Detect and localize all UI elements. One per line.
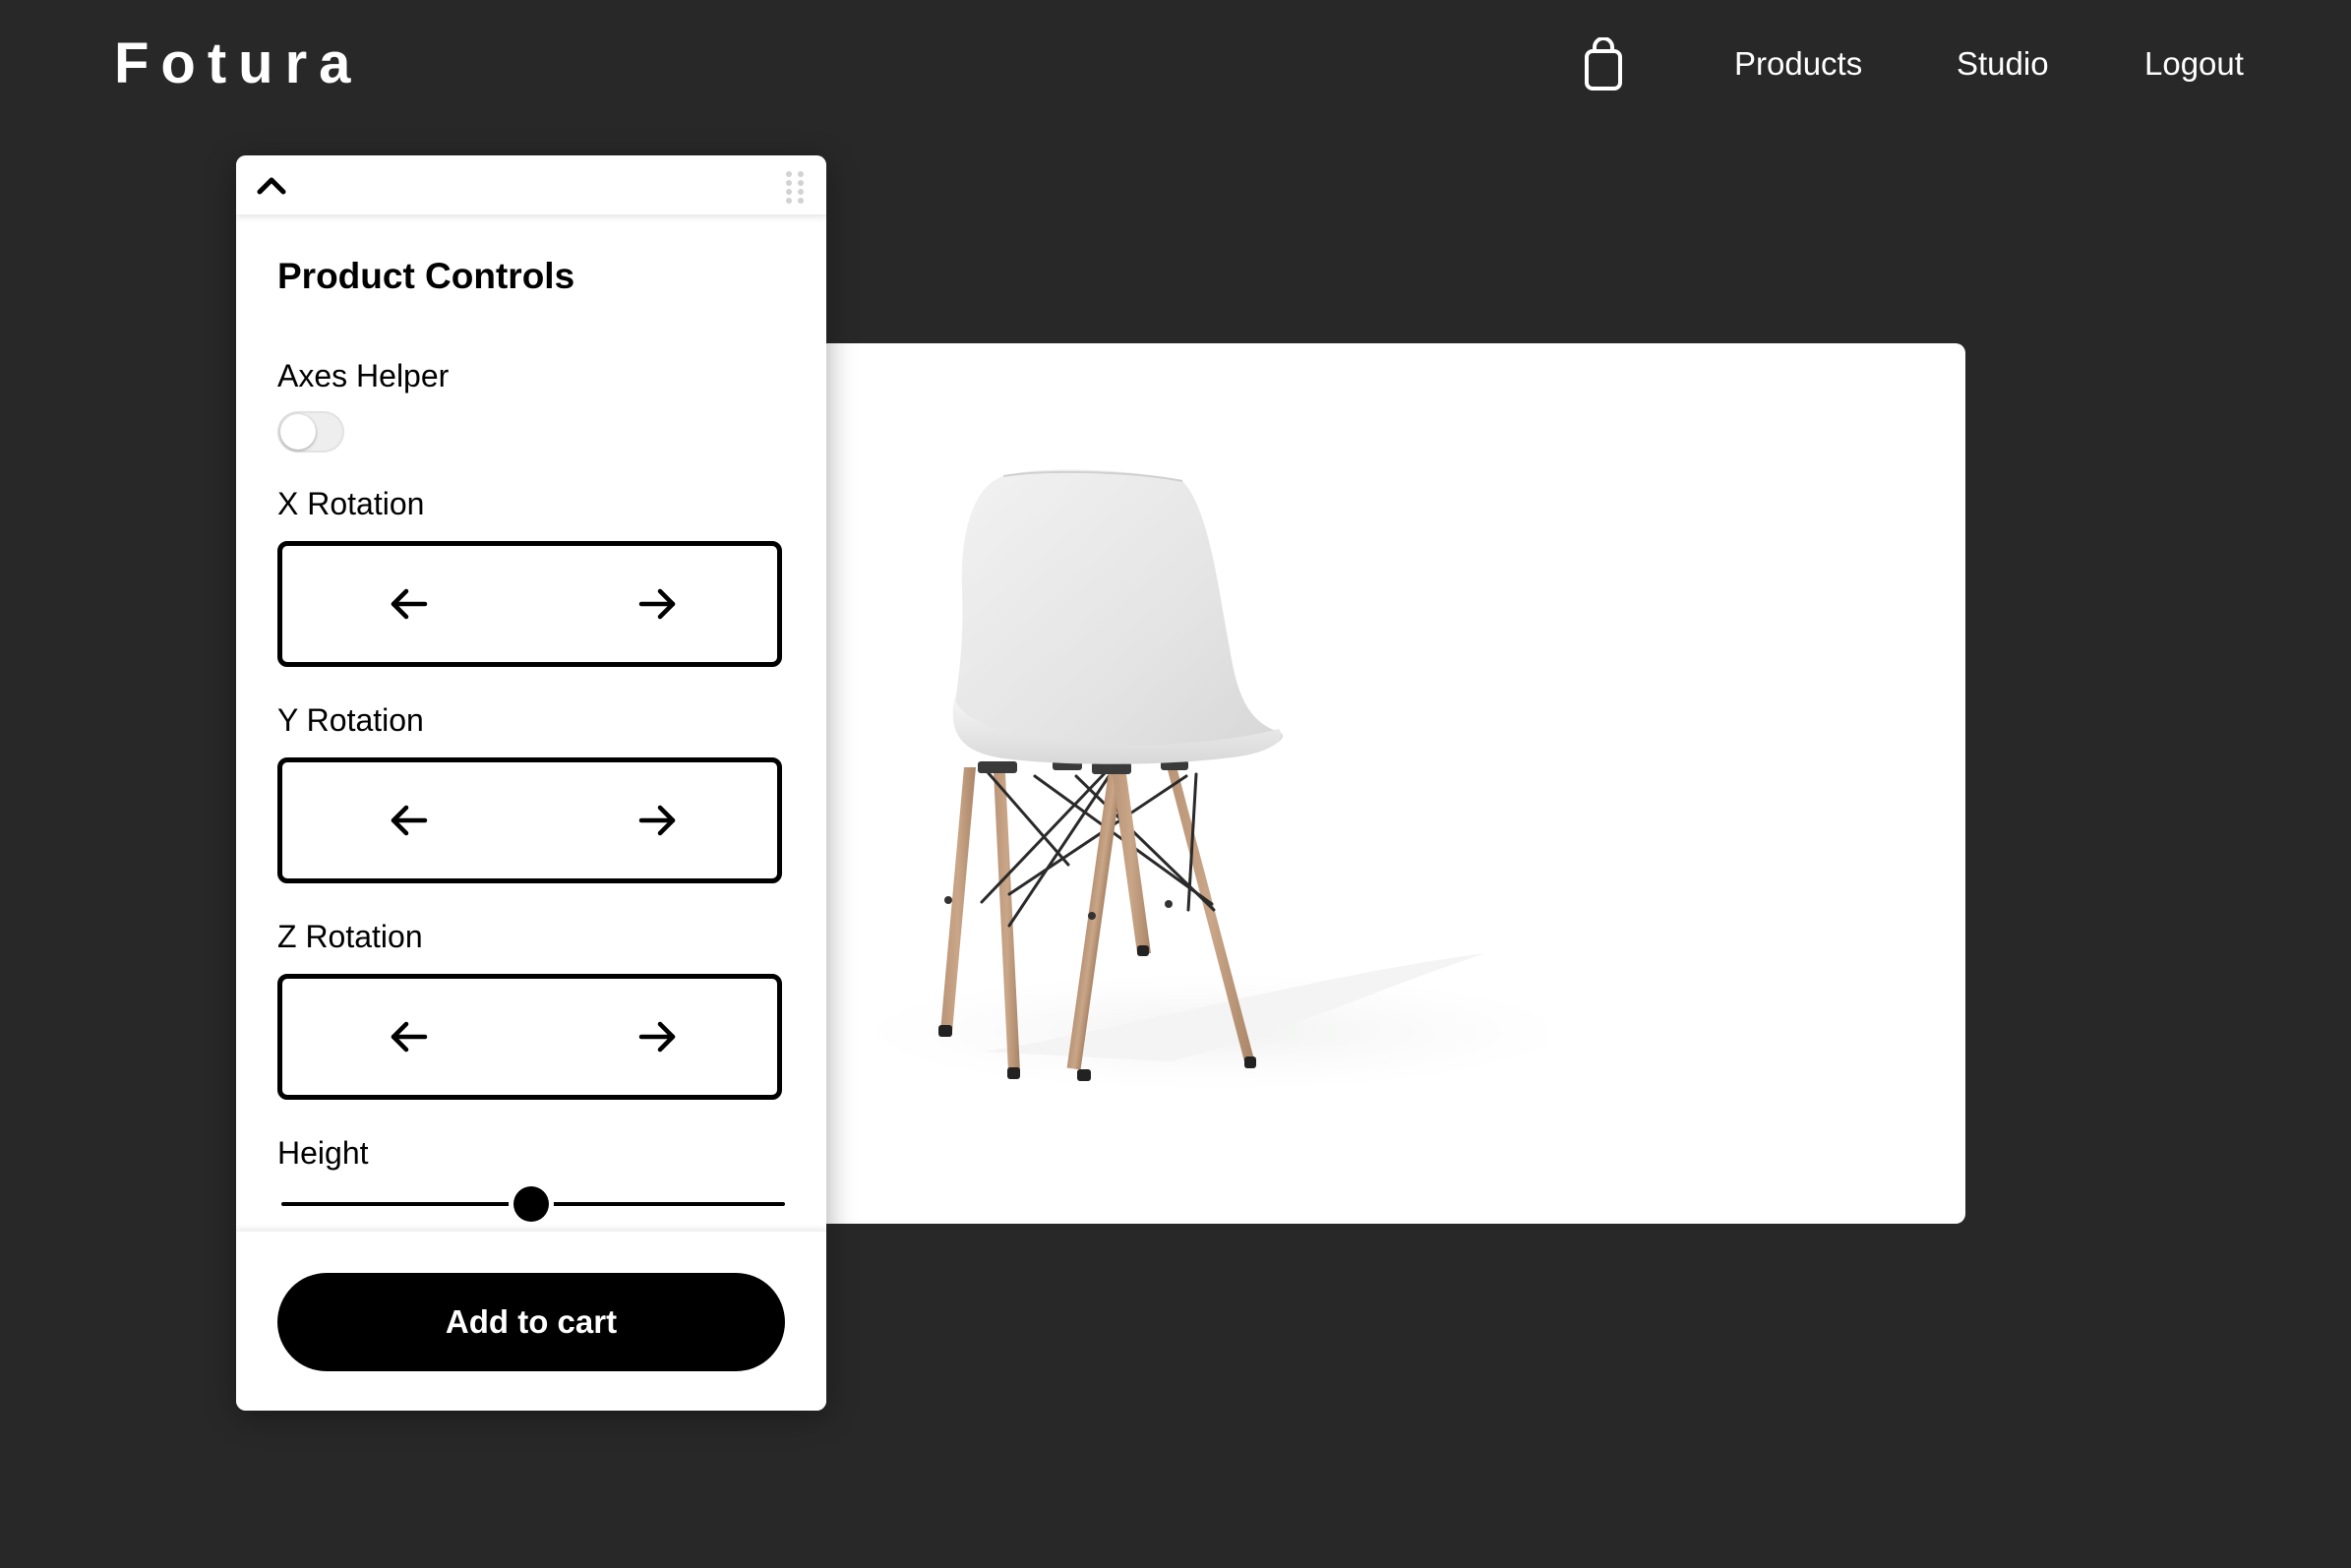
- arrow-right-icon: [638, 588, 676, 620]
- nav-logout[interactable]: Logout: [2144, 41, 2244, 87]
- x-rotate-left-button[interactable]: [375, 570, 444, 638]
- panel-footer: Add to cart: [236, 1232, 826, 1411]
- arrow-left-icon: [391, 1021, 428, 1053]
- axes-helper-label: Axes Helper: [277, 358, 450, 393]
- add-to-cart-button[interactable]: Add to cart: [277, 1273, 785, 1371]
- x-rotation-control: [277, 541, 782, 667]
- product-controls-panel: Product Controls Axes Helper X Rotation …: [236, 155, 826, 1411]
- arrow-left-icon: [391, 588, 428, 620]
- y-rotate-left-button[interactable]: [375, 786, 444, 855]
- arrow-left-icon: [391, 805, 428, 836]
- chair-model[interactable]: [816, 343, 1965, 1224]
- axes-helper-toggle[interactable]: [277, 411, 344, 452]
- y-rotation-control: [277, 757, 782, 883]
- slider-thumb[interactable]: [513, 1186, 549, 1222]
- arrow-right-icon: [638, 805, 676, 836]
- toggle-knob: [280, 414, 316, 450]
- shopping-bag-icon[interactable]: [1583, 36, 1624, 92]
- arrow-right-icon: [638, 1021, 676, 1053]
- height-label: Height: [277, 1135, 369, 1171]
- y-rotate-right-button[interactable]: [623, 786, 692, 855]
- panel-title: Product Controls: [277, 256, 575, 296]
- nav-studio[interactable]: Studio: [1957, 41, 2049, 87]
- z-rotate-left-button[interactable]: [375, 1002, 444, 1071]
- x-rotate-right-button[interactable]: [623, 570, 692, 638]
- height-slider[interactable]: [277, 1184, 785, 1224]
- logo[interactable]: Fotura: [114, 30, 362, 98]
- nav-products[interactable]: Products: [1734, 41, 1862, 87]
- z-rotation-control: [277, 974, 782, 1100]
- z-rotate-right-button[interactable]: [623, 1002, 692, 1071]
- x-rotation-label: X Rotation: [277, 486, 425, 521]
- z-rotation-label: Z Rotation: [277, 919, 423, 954]
- panel-topbar: [236, 155, 826, 214]
- chevron-up-icon[interactable]: [254, 169, 289, 201]
- product-viewer[interactable]: [816, 343, 1965, 1224]
- drag-handle-icon[interactable]: [783, 169, 807, 205]
- y-rotation-label: Y Rotation: [277, 702, 424, 738]
